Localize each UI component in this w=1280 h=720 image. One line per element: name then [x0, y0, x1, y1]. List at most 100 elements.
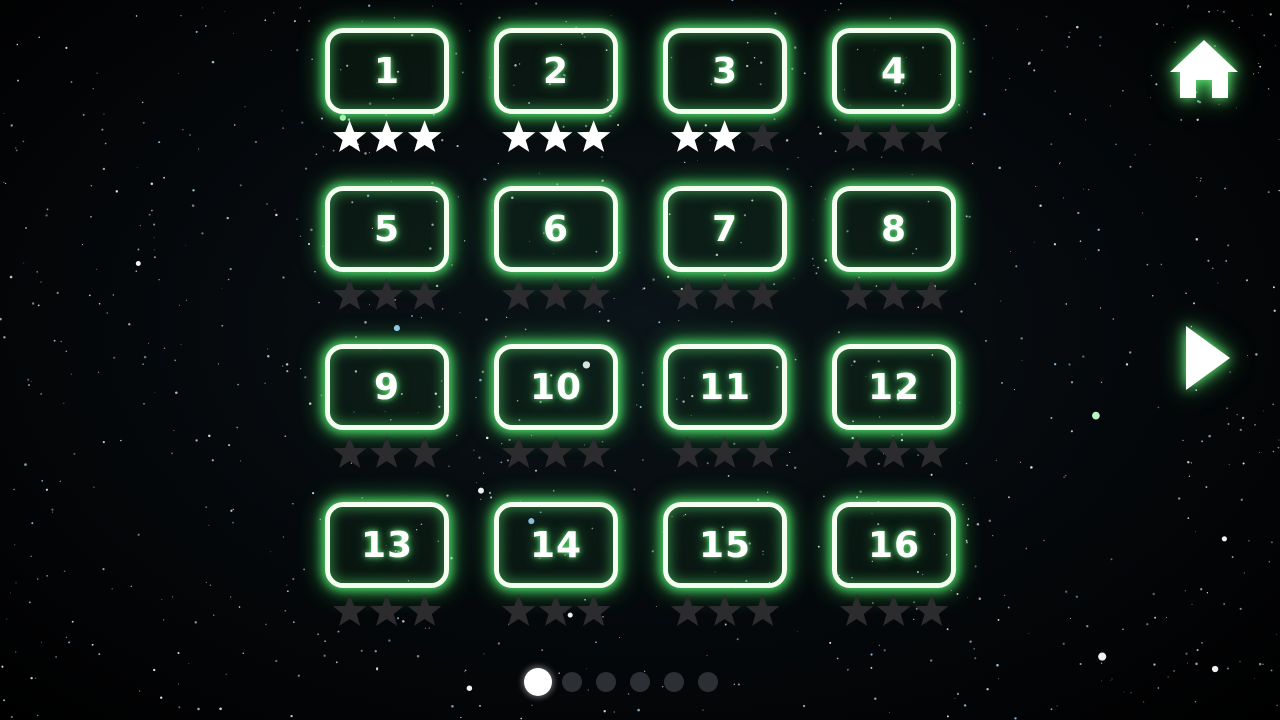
level-button-6[interactable]: 6: [494, 186, 618, 272]
star-filled-icon: [539, 120, 573, 152]
level-button-9[interactable]: 9: [325, 344, 449, 430]
level-button-2[interactable]: 2: [494, 28, 618, 114]
star-empty-icon: [914, 436, 949, 468]
level-16: 16: [832, 502, 956, 630]
level-number: 6: [542, 208, 570, 250]
level-7: 7: [663, 186, 787, 314]
level-number: 13: [360, 524, 414, 566]
star-filled-icon: [370, 120, 404, 152]
page-dot-3[interactable]: [596, 672, 616, 692]
star-empty-icon: [745, 278, 780, 310]
level-6: 6: [494, 186, 618, 314]
level-number: 10: [529, 366, 583, 408]
page-dot-4[interactable]: [630, 672, 650, 692]
level-button-16[interactable]: 16: [832, 502, 956, 588]
level-button-3[interactable]: 3: [663, 28, 787, 114]
star-empty-icon: [877, 436, 911, 468]
level-number: 15: [698, 524, 752, 566]
level-stars: [331, 276, 443, 314]
level-stars: [500, 592, 612, 630]
level-stars: [838, 592, 950, 630]
level-button-8[interactable]: 8: [832, 186, 956, 272]
home-icon: [1170, 40, 1238, 98]
next-page-button[interactable]: [1180, 322, 1234, 394]
star-empty-icon: [839, 120, 874, 152]
star-empty-icon: [745, 120, 780, 152]
page-indicator: [520, 664, 730, 700]
star-empty-icon: [501, 594, 536, 626]
level-number: 8: [880, 208, 908, 250]
home-button[interactable]: [1166, 36, 1242, 104]
star-empty-icon: [839, 436, 874, 468]
star-empty-icon: [745, 436, 780, 468]
level-button-12[interactable]: 12: [832, 344, 956, 430]
level-number: 2: [542, 50, 570, 92]
level-2: 2: [494, 28, 618, 156]
star-filled-icon: [332, 120, 367, 152]
level-stars: [500, 276, 612, 314]
level-number: 5: [373, 208, 401, 250]
level-stars: [331, 592, 443, 630]
star-empty-icon: [576, 436, 611, 468]
page-dot-2[interactable]: [562, 672, 582, 692]
page-dot-5[interactable]: [664, 672, 684, 692]
level-button-11[interactable]: 11: [663, 344, 787, 430]
star-empty-icon: [670, 594, 705, 626]
star-empty-icon: [407, 436, 442, 468]
level-1: 1: [325, 28, 449, 156]
star-empty-icon: [501, 278, 536, 310]
star-filled-icon: [576, 120, 611, 152]
level-stars: [331, 434, 443, 472]
level-13: 13: [325, 502, 449, 630]
level-number: 12: [867, 366, 921, 408]
star-empty-icon: [670, 436, 705, 468]
level-stars: [500, 118, 612, 156]
level-stars: [838, 276, 950, 314]
level-number: 4: [880, 50, 908, 92]
star-empty-icon: [370, 436, 404, 468]
level-stars: [669, 434, 781, 472]
level-stars: [669, 592, 781, 630]
star-empty-icon: [914, 278, 949, 310]
page-dot-6[interactable]: [698, 672, 718, 692]
star-empty-icon: [877, 120, 911, 152]
level-9: 9: [325, 344, 449, 472]
level-button-7[interactable]: 7: [663, 186, 787, 272]
star-empty-icon: [407, 594, 442, 626]
level-3: 3: [663, 28, 787, 156]
star-empty-icon: [539, 278, 573, 310]
star-empty-icon: [670, 278, 705, 310]
level-button-5[interactable]: 5: [325, 186, 449, 272]
star-empty-icon: [370, 278, 404, 310]
level-button-10[interactable]: 10: [494, 344, 618, 430]
star-filled-icon: [501, 120, 536, 152]
level-button-4[interactable]: 4: [832, 28, 956, 114]
level-stars: [500, 434, 612, 472]
level-stars: [331, 118, 443, 156]
level-stars: [669, 276, 781, 314]
star-empty-icon: [332, 436, 367, 468]
level-stars: [838, 118, 950, 156]
play-arrow-icon: [1186, 326, 1230, 390]
level-4: 4: [832, 28, 956, 156]
star-empty-icon: [708, 436, 742, 468]
star-empty-icon: [914, 594, 949, 626]
star-empty-icon: [708, 594, 742, 626]
level-button-15[interactable]: 15: [663, 502, 787, 588]
level-number: 3: [711, 50, 739, 92]
level-button-1[interactable]: 1: [325, 28, 449, 114]
level-button-14[interactable]: 14: [494, 502, 618, 588]
star-empty-icon: [839, 594, 874, 626]
star-empty-icon: [332, 278, 367, 310]
star-empty-icon: [539, 436, 573, 468]
page-dot-1[interactable]: [524, 668, 552, 696]
level-button-13[interactable]: 13: [325, 502, 449, 588]
level-stars: [669, 118, 781, 156]
star-filled-icon: [407, 120, 442, 152]
level-11: 11: [663, 344, 787, 472]
level-number: 16: [867, 524, 921, 566]
star-empty-icon: [708, 278, 742, 310]
star-empty-icon: [370, 594, 404, 626]
level-5: 5: [325, 186, 449, 314]
star-empty-icon: [877, 594, 911, 626]
